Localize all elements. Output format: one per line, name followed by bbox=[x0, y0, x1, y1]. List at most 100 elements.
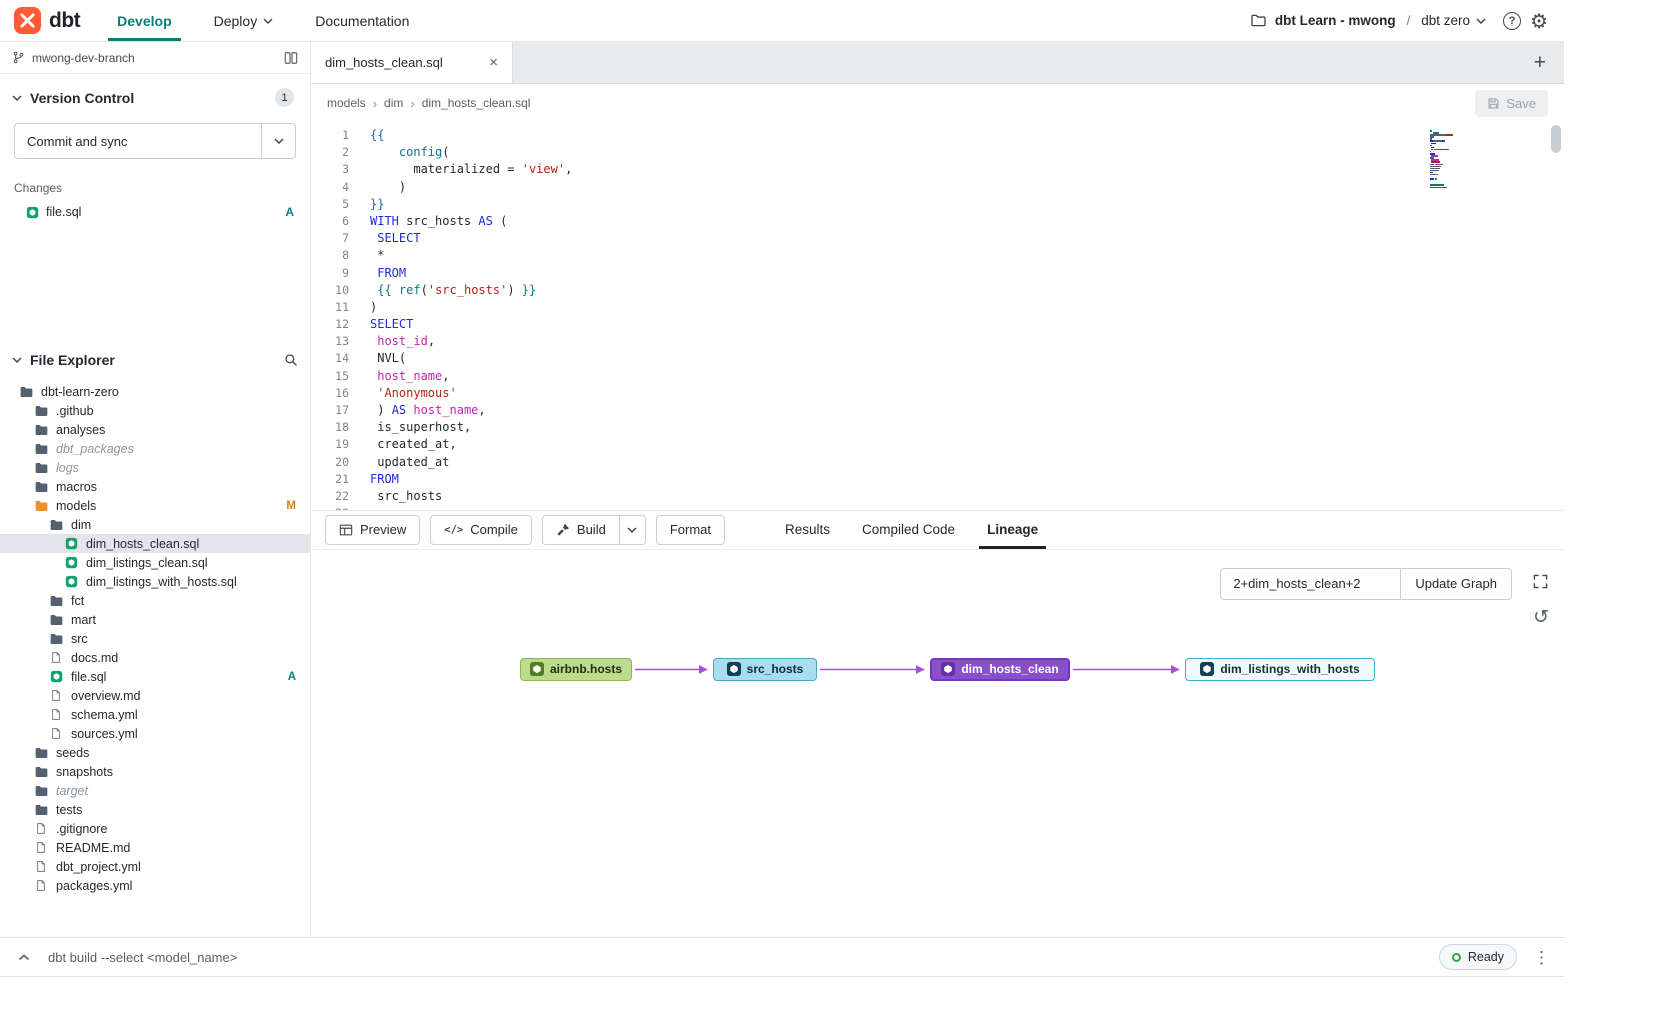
tree-item-snapshots[interactable]: snapshots bbox=[0, 762, 310, 781]
panels-icon[interactable] bbox=[284, 51, 298, 65]
tree-item-dbt_packages[interactable]: dbt_packages bbox=[0, 439, 310, 458]
format-button[interactable]: Format bbox=[656, 515, 725, 545]
commit-and-sync-button[interactable]: Commit and sync bbox=[14, 123, 296, 159]
code-line[interactable]: 3 materialized = 'view', bbox=[311, 161, 1444, 178]
code-line[interactable]: 6WITH src_hosts AS ( bbox=[311, 213, 1444, 230]
tree-item-dim_listings_clean.sql[interactable]: dim_listings_clean.sql bbox=[0, 553, 310, 572]
code-line[interactable]: 9 FROM bbox=[311, 265, 1444, 282]
code-line[interactable]: 11) bbox=[311, 299, 1444, 316]
code-line[interactable]: 14 NVL( bbox=[311, 350, 1444, 367]
preview-button[interactable]: Preview bbox=[325, 515, 420, 545]
tree-item-dbt-learn-zero[interactable]: dbt-learn-zero bbox=[0, 382, 310, 401]
code-line[interactable]: 16 'Anonymous' bbox=[311, 385, 1444, 402]
tree-item-analyses[interactable]: analyses bbox=[0, 420, 310, 439]
new-tab-icon[interactable]: + bbox=[1516, 51, 1564, 75]
code-line[interactable]: 15 host_name, bbox=[311, 368, 1444, 385]
tree-item-dim_listings_with_hosts.sql[interactable]: dim_listings_with_hosts.sql bbox=[0, 572, 310, 591]
tree-item-dbt_project.yml[interactable]: dbt_project.yml bbox=[0, 857, 310, 876]
tree-item-schema.yml[interactable]: schema.yml bbox=[0, 705, 310, 724]
tree-item-sources.yml[interactable]: sources.yml bbox=[0, 724, 310, 743]
breadcrumb-models[interactable]: models bbox=[327, 96, 366, 110]
code-line[interactable]: 17 ) AS host_name, bbox=[311, 402, 1444, 419]
editor-scrollbar[interactable] bbox=[1551, 125, 1561, 153]
tree-item-target[interactable]: target bbox=[0, 781, 310, 800]
build-options-chevron[interactable] bbox=[619, 516, 645, 544]
tree-item-.github[interactable]: .github bbox=[0, 401, 310, 420]
tree-item-logs[interactable]: logs bbox=[0, 458, 310, 477]
kebab-menu-icon[interactable]: ⋮ bbox=[1533, 949, 1550, 966]
code-line[interactable]: 13 host_id, bbox=[311, 333, 1444, 350]
code-line[interactable]: 23 bbox=[311, 505, 1444, 509]
file-icon bbox=[50, 689, 65, 702]
tab-lineage[interactable]: Lineage bbox=[971, 511, 1054, 549]
tree-item-src[interactable]: src bbox=[0, 629, 310, 648]
version-control-header[interactable]: Version Control 1 bbox=[0, 74, 310, 117]
tree-item-dim_hosts_clean.sql[interactable]: dim_hosts_clean.sql bbox=[0, 534, 310, 553]
tab-compiled-code[interactable]: Compiled Code bbox=[846, 511, 971, 549]
code-line[interactable]: 21FROM bbox=[311, 471, 1444, 488]
minimap[interactable] bbox=[1430, 130, 1502, 191]
environment-selector[interactable]: dbt zero bbox=[1421, 13, 1486, 28]
code-line[interactable]: 2 config( bbox=[311, 144, 1444, 161]
lineage-node-dim_hosts_clean[interactable]: dim_hosts_clean bbox=[930, 658, 1070, 681]
code-line[interactable]: 5}} bbox=[311, 196, 1444, 213]
code-line[interactable]: 4 ) bbox=[311, 179, 1444, 196]
code-line[interactable]: 10 {{ ref('src_hosts') }} bbox=[311, 282, 1444, 299]
update-graph-label: Update Graph bbox=[1415, 576, 1497, 591]
tree-item-tests[interactable]: tests bbox=[0, 800, 310, 819]
lineage-selector-input[interactable]: 2+dim_hosts_clean+2 bbox=[1220, 568, 1400, 600]
lineage-node-src_hosts[interactable]: src_hosts bbox=[713, 658, 817, 681]
tree-item-models[interactable]: modelsM bbox=[0, 496, 310, 515]
code-line[interactable]: 20 updated_at bbox=[311, 454, 1444, 471]
code-line[interactable]: 8 * bbox=[311, 247, 1444, 264]
lineage-node-dim_listings_with_hosts[interactable]: dim_listings_with_hosts bbox=[1185, 658, 1375, 681]
tree-item-packages.yml[interactable]: packages.yml bbox=[0, 876, 310, 895]
commit-options-chevron[interactable] bbox=[261, 124, 295, 158]
tree-item-mart[interactable]: mart bbox=[0, 610, 310, 629]
fullscreen-icon[interactable] bbox=[1533, 574, 1548, 589]
tree-item-file.sql[interactable]: file.sqlA bbox=[0, 667, 310, 686]
tree-item-macros[interactable]: macros bbox=[0, 477, 310, 496]
breadcrumb-slash: / bbox=[1407, 13, 1411, 28]
tab-dim-hosts-clean[interactable]: dim_hosts_clean.sql × bbox=[311, 42, 513, 83]
search-icon[interactable] bbox=[284, 353, 298, 367]
tree-item-dim[interactable]: dim bbox=[0, 515, 310, 534]
tree-item-fct[interactable]: fct bbox=[0, 591, 310, 610]
compile-button-label: Compile bbox=[470, 522, 518, 537]
nav-documentation[interactable]: Documentation bbox=[294, 0, 430, 41]
code-line[interactable]: 1{{ bbox=[311, 127, 1444, 144]
breadcrumb-file[interactable]: dim_hosts_clean.sql bbox=[422, 96, 531, 110]
expand-panel-chevron-icon[interactable] bbox=[14, 950, 34, 965]
code-editor[interactable]: 1{{2 config(3 materialized = 'view',4 )5… bbox=[311, 122, 1564, 510]
settings-gear-icon[interactable]: ⚙ bbox=[1530, 11, 1548, 31]
tree-item-overview.md[interactable]: overview.md bbox=[0, 686, 310, 705]
chevron-down-icon bbox=[12, 95, 22, 101]
dbt-logo[interactable]: dbt bbox=[0, 7, 96, 34]
tree-item-.gitignore[interactable]: .gitignore bbox=[0, 819, 310, 838]
tree-item-README.md[interactable]: README.md bbox=[0, 838, 310, 857]
code-line[interactable]: 18 is_superhost, bbox=[311, 419, 1444, 436]
breadcrumb-dim[interactable]: dim bbox=[384, 96, 403, 110]
file-explorer-header[interactable]: File Explorer bbox=[0, 344, 310, 376]
tree-item-seeds[interactable]: seeds bbox=[0, 743, 310, 762]
cli-command-input[interactable]: dbt build --select <model_name> bbox=[48, 950, 237, 965]
save-button[interactable]: Save bbox=[1475, 90, 1548, 117]
lineage-node-airbnb.hosts[interactable]: airbnb.hosts bbox=[520, 658, 632, 681]
reset-view-icon[interactable]: ↺ bbox=[1533, 608, 1549, 627]
code-line[interactable]: 12SELECT bbox=[311, 316, 1444, 333]
file-icon bbox=[50, 651, 65, 664]
code-line[interactable]: 19 created_at, bbox=[311, 436, 1444, 453]
close-tab-icon[interactable]: × bbox=[489, 54, 498, 71]
nav-develop[interactable]: Develop bbox=[96, 0, 192, 41]
tab-results[interactable]: Results bbox=[769, 511, 846, 549]
code-line[interactable]: 22 src_hosts bbox=[311, 488, 1444, 505]
code-line[interactable]: 7 SELECT bbox=[311, 230, 1444, 247]
nav-deploy-label: Deploy bbox=[214, 13, 258, 29]
update-graph-button[interactable]: Update Graph bbox=[1400, 568, 1512, 600]
build-button[interactable]: Build bbox=[543, 516, 619, 544]
help-icon[interactable]: ? bbox=[1503, 12, 1521, 30]
nav-deploy[interactable]: Deploy bbox=[193, 0, 295, 41]
tree-item-docs.md[interactable]: docs.md bbox=[0, 648, 310, 667]
changed-file-row[interactable]: file.sql A bbox=[0, 201, 310, 223]
compile-button[interactable]: </> Compile bbox=[430, 515, 532, 545]
